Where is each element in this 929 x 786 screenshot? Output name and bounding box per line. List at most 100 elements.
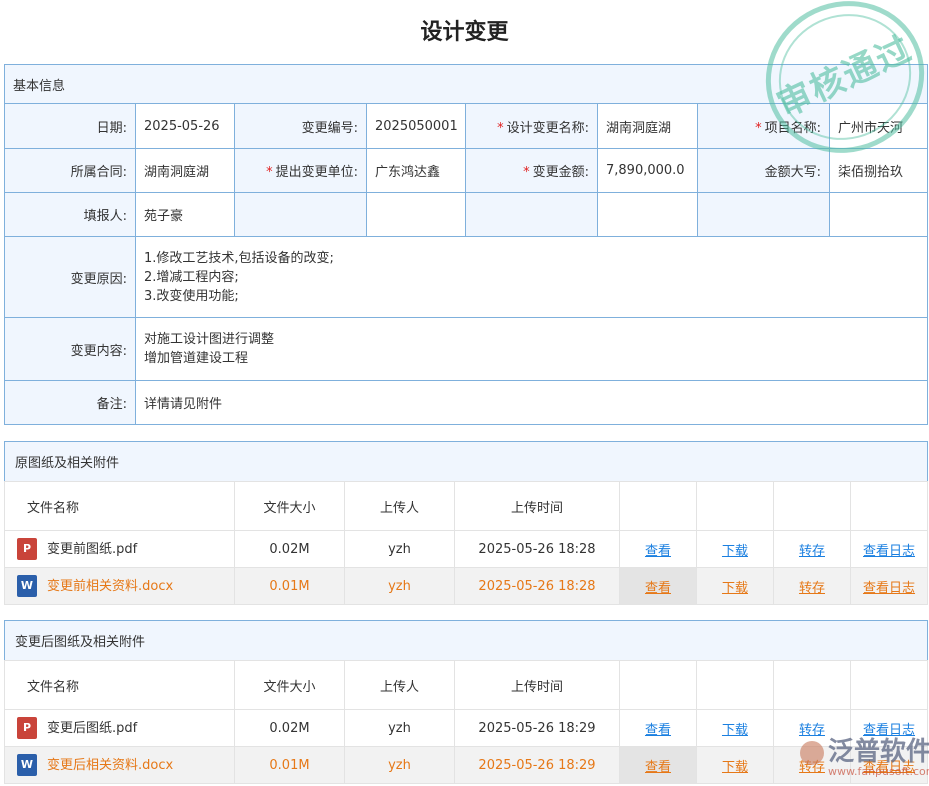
after-attachments-table: 变更后图纸及相关附件 文件名称文件大小上传人上传时间 P变更后图纸.pdf 0.… xyxy=(4,620,928,784)
col-empty xyxy=(697,661,774,710)
file-row: W 变更前相关资料.docx 0.01M yzh 2025-05-26 18:28… xyxy=(5,568,928,605)
col-file-size: 文件大小 xyxy=(235,482,345,531)
empty-cell xyxy=(830,193,928,237)
section-title: 变更后图纸及相关附件 xyxy=(5,621,928,661)
content-label: 变更内容: xyxy=(5,318,136,381)
remark-label: 备注: xyxy=(5,381,136,425)
required-mark: * xyxy=(755,121,762,136)
col-file-name: 文件名称 xyxy=(5,482,235,531)
save-as-link[interactable]: 转存 xyxy=(799,544,825,559)
uploader: yzh xyxy=(345,531,455,568)
view-log-link[interactable]: 查看日志 xyxy=(863,581,915,596)
empty-cell xyxy=(698,193,830,237)
required-mark: * xyxy=(266,165,273,180)
save-as-link[interactable]: 转存 xyxy=(799,581,825,596)
uploader: yzh xyxy=(345,747,455,784)
contract-label: 所属合同: xyxy=(5,149,136,193)
view-link[interactable]: 查看 xyxy=(645,723,671,738)
contract-value: 湖南洞庭湖 xyxy=(136,149,235,193)
amount-label: *变更金额: xyxy=(466,149,598,193)
file-size: 0.02M xyxy=(235,531,345,568)
watermark-url: www.fanpusoft.com xyxy=(828,766,929,778)
empty-cell xyxy=(598,193,698,237)
word-file-icon: W xyxy=(17,575,37,597)
file-name: 变更前图纸.pdf xyxy=(47,542,137,557)
upload-time: 2025-05-26 18:29 xyxy=(455,710,620,747)
view-log-link[interactable]: 查看日志 xyxy=(863,544,915,559)
view-log-link[interactable]: 查看日志 xyxy=(863,723,915,738)
reason-line: 1.修改工艺技术,包括设备的改变; xyxy=(144,249,919,268)
file-size: 0.02M xyxy=(235,710,345,747)
reporter-value: 苑子豪 xyxy=(136,193,235,237)
upload-time: 2025-05-26 18:29 xyxy=(455,747,620,784)
reporter-label: 填报人: xyxy=(5,193,136,237)
brand-logo-icon xyxy=(800,741,824,765)
file-name: 变更后相关资料.docx xyxy=(47,758,173,773)
empty-cell xyxy=(367,193,466,237)
col-empty xyxy=(697,482,774,531)
reason-line: 2.增减工程内容; xyxy=(144,268,919,287)
col-empty xyxy=(774,482,851,531)
col-empty xyxy=(851,482,928,531)
col-upload-time: 上传时间 xyxy=(455,661,620,710)
file-size: 0.01M xyxy=(235,747,345,784)
col-empty xyxy=(851,661,928,710)
before-attachments-table: 原图纸及相关附件 文件名称文件大小上传人上传时间 P变更前图纸.pdf 0.02… xyxy=(4,441,928,605)
amount-value: 7,890,000.0 xyxy=(598,149,698,193)
amount-label-text: 变更金额: xyxy=(533,165,589,180)
content-value: 对施工设计图进行调整增加管道建设工程 xyxy=(136,318,928,381)
col-uploader: 上传人 xyxy=(345,482,455,531)
unit-label-text: 提出变更单位: xyxy=(276,165,358,180)
file-row: P变更后图纸.pdf 0.02M yzh 2025-05-26 18:29 查看… xyxy=(5,710,928,747)
col-empty xyxy=(620,661,697,710)
col-upload-time: 上传时间 xyxy=(455,482,620,531)
name-label: *设计变更名称: xyxy=(466,104,598,149)
file-name-cell: W 变更后相关资料.docx xyxy=(5,747,235,784)
download-link[interactable]: 下载 xyxy=(722,544,748,559)
watermark-brand: 泛普软件 xyxy=(828,737,929,767)
word-file-icon: W xyxy=(17,754,37,776)
required-mark: * xyxy=(497,121,504,136)
col-file-name: 文件名称 xyxy=(5,661,235,710)
file-row: W 变更后相关资料.docx 0.01M yzh 2025-05-26 18:29… xyxy=(5,747,928,784)
reason-value: 1.修改工艺技术,包括设备的改变;2.增减工程内容;3.改变使用功能; xyxy=(136,237,928,318)
file-name: 变更前相关资料.docx xyxy=(47,579,173,594)
col-file-size: 文件大小 xyxy=(235,661,345,710)
upload-time: 2025-05-26 18:28 xyxy=(455,531,620,568)
content-line: 增加管道建设工程 xyxy=(144,349,919,368)
reason-label: 变更原因: xyxy=(5,237,136,318)
unit-label: *提出变更单位: xyxy=(235,149,367,193)
empty-cell xyxy=(466,193,598,237)
amount-cn-label: 金额大写: xyxy=(698,149,830,193)
file-size: 0.01M xyxy=(235,568,345,605)
view-link[interactable]: 查看 xyxy=(645,581,671,596)
uploader: yzh xyxy=(345,568,455,605)
reason-line: 3.改变使用功能; xyxy=(144,287,919,306)
file-name-cell: P变更后图纸.pdf xyxy=(5,710,235,747)
date-value: 2025-05-26 xyxy=(136,104,235,149)
download-link[interactable]: 下载 xyxy=(722,581,748,596)
col-uploader: 上传人 xyxy=(345,661,455,710)
pdf-file-icon: P xyxy=(17,538,37,560)
col-empty xyxy=(774,661,851,710)
save-as-link[interactable]: 转存 xyxy=(799,723,825,738)
name-value: 湖南洞庭湖 xyxy=(598,104,698,149)
upload-time: 2025-05-26 18:28 xyxy=(455,568,620,605)
amount-cn-value: 柒佰捌拾玖 xyxy=(830,149,928,193)
col-empty xyxy=(620,482,697,531)
remark-value: 详情请见附件 xyxy=(136,381,928,425)
code-label: 变更编号: xyxy=(235,104,367,149)
view-link[interactable]: 查看 xyxy=(645,544,671,559)
pdf-file-icon: P xyxy=(17,717,37,739)
unit-value: 广东鸿达鑫 xyxy=(367,149,466,193)
empty-cell xyxy=(235,193,367,237)
file-name-cell: W 变更前相关资料.docx xyxy=(5,568,235,605)
view-link[interactable]: 查看 xyxy=(645,760,671,775)
download-link[interactable]: 下载 xyxy=(722,760,748,775)
name-label-text: 设计变更名称: xyxy=(507,121,589,136)
file-row: P 变更前图纸.pdf 0.02M yzh 2025-05-26 18:28 查看… xyxy=(5,531,928,568)
code-value: 2025050001 xyxy=(367,104,466,149)
uploader: yzh xyxy=(345,710,455,747)
download-link[interactable]: 下载 xyxy=(722,723,748,738)
content-line: 对施工设计图进行调整 xyxy=(144,330,919,349)
